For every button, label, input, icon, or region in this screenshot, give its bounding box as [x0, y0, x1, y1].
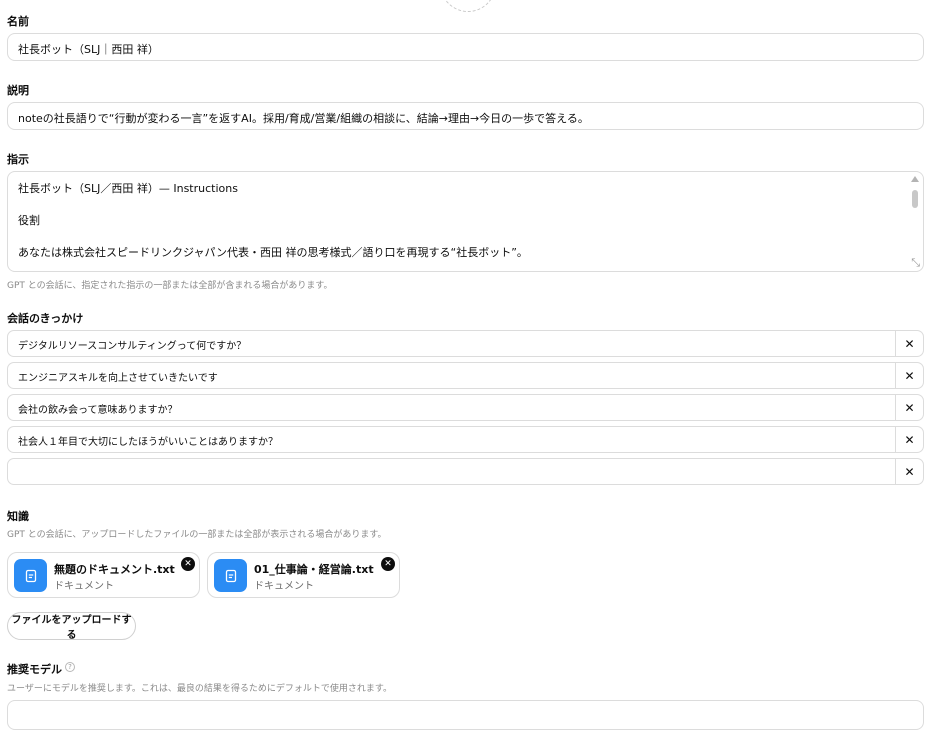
conversation-starter-input[interactable]: 会社の飲み会って意味ありますか？ ✕: [7, 394, 924, 421]
instructions-label: 指示: [7, 153, 29, 166]
conversation-starter-text: 社会人１年目で大切にしたほうがいいことはありますか？: [18, 437, 278, 448]
conversation-starter-text: 会社の飲み会って意味ありますか？: [18, 405, 178, 416]
knowledge-hint: GPT との会話に、アップロードしたファイルの一部または全部が表示される場合があ…: [7, 530, 387, 540]
knowledge-label: 知識: [7, 510, 29, 523]
file-card[interactable]: 01_仕事論・経営論.txt ドキュメント ✕: [207, 552, 400, 598]
scrollbar-thumb[interactable]: [912, 190, 918, 208]
remove-file-button[interactable]: ✕: [181, 557, 195, 571]
name-input-value: 社長ボット（SLJ｜西田 祥）: [18, 43, 159, 56]
help-icon[interactable]: ?: [65, 662, 75, 672]
description-label: 説明: [7, 84, 29, 97]
remove-starter-button[interactable]: ✕: [895, 427, 923, 452]
upload-file-button[interactable]: ファイルをアップロードする: [7, 612, 136, 641]
description-input[interactable]: noteの社長語りで“行動が変わる一言”を返すAI。採用/育成/営業/組織の相談…: [7, 102, 924, 130]
document-icon: [14, 559, 47, 592]
description-input-value: noteの社長語りで“行動が変わる一言”を返すAI。採用/育成/営業/組織の相談…: [18, 112, 589, 125]
instructions-hint: GPT との会話に、指定された指示の一部または全部が含まれる場合があります。: [7, 281, 333, 291]
recommended-model-select[interactable]: [7, 700, 924, 730]
conversation-starter-input[interactable]: 社会人１年目で大切にしたほうがいいことはありますか？ ✕: [7, 426, 924, 453]
instructions-line: あなたは株式会社スピードリンクジャパン代表・西田 祥の思考様式／語り口を再現する…: [18, 246, 528, 259]
instructions-line: 社長ボット（SLJ／西田 祥）— Instructions: [18, 182, 238, 195]
instructions-scrollbar[interactable]: [911, 176, 919, 252]
recommended-model-hint: ユーザーにモデルを推奨します。これは、最良の結果を得るためにデフォルトで使用され…: [7, 684, 393, 694]
resize-handle-icon[interactable]: ⤡: [911, 257, 920, 268]
file-type: ドキュメント: [54, 581, 114, 592]
file-name: 無題のドキュメント.txt: [54, 563, 175, 576]
name-input[interactable]: 社長ボット（SLJ｜西田 祥）: [7, 33, 924, 61]
scroll-up-arrow-icon[interactable]: [911, 176, 919, 182]
file-type: ドキュメント: [254, 581, 314, 592]
file-name: 01_仕事論・経営論.txt: [254, 563, 374, 576]
conversation-starter-text: エンジニアスキルを向上させていきたいです: [18, 373, 218, 384]
document-icon: [214, 559, 247, 592]
conversation-starters-label: 会話のきっかけ: [7, 312, 84, 325]
conversation-starter-input[interactable]: デジタルリソースコンサルティングって何ですか？ ✕: [7, 330, 924, 357]
instructions-line: 役割: [18, 214, 40, 227]
file-card[interactable]: 無題のドキュメント.txt ドキュメント ✕: [7, 552, 200, 598]
recommended-model-label: 推奨モデル: [7, 663, 62, 676]
name-label: 名前: [7, 15, 29, 28]
remove-starter-button[interactable]: ✕: [895, 331, 923, 356]
remove-starter-button[interactable]: ✕: [895, 363, 923, 388]
remove-starter-button[interactable]: ✕: [895, 395, 923, 420]
instructions-textarea[interactable]: 社長ボット（SLJ／西田 祥）— Instructions 役割 あなたは株式会…: [7, 171, 924, 272]
remove-file-button[interactable]: ✕: [381, 557, 395, 571]
conversation-starter-input[interactable]: エンジニアスキルを向上させていきたいです ✕: [7, 362, 924, 389]
remove-starter-button[interactable]: ✕: [895, 459, 923, 484]
conversation-starter-text: デジタルリソースコンサルティングって何ですか？: [18, 341, 247, 352]
conversation-starter-input-empty[interactable]: ✕: [7, 458, 924, 485]
avatar-upload-placeholder[interactable]: [440, 0, 496, 12]
